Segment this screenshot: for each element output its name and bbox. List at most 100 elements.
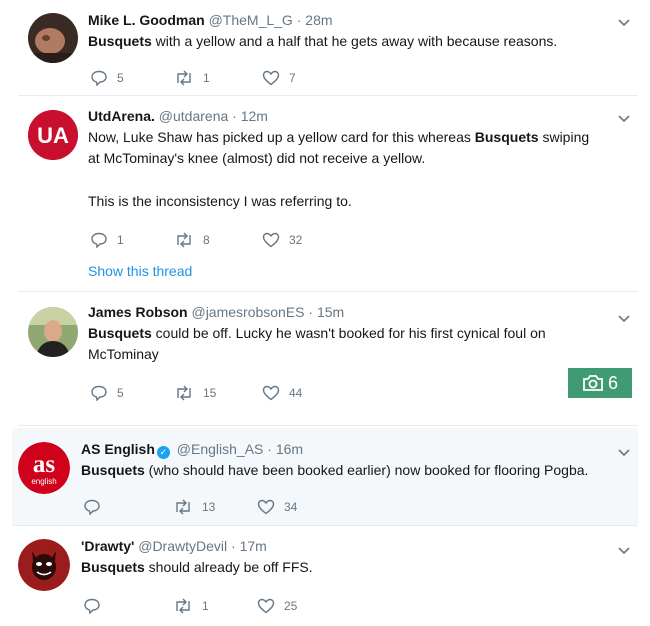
user-handle[interactable]: @DrawtyDevil bbox=[138, 538, 227, 554]
as-english-logo: as english bbox=[18, 442, 70, 494]
text-bold[interactable]: Busquets bbox=[88, 33, 152, 49]
tweet-header: Mike L. Goodman @TheM_L_G · 28m bbox=[88, 10, 598, 30]
like-count: 34 bbox=[284, 500, 298, 514]
retweet-icon bbox=[177, 232, 191, 248]
user-handle[interactable]: @TheM_L_G bbox=[209, 12, 293, 28]
avatar[interactable] bbox=[28, 307, 78, 357]
tweet-feed: Mike L. Goodman @TheM_L_G · 28m Busquets… bbox=[0, 0, 650, 626]
tweet-header: 'Drawty' @DrawtyDevil · 17m bbox=[81, 536, 598, 556]
tweet-5[interactable]: 'Drawty' @DrawtyDevil · 17m Busquets sho… bbox=[18, 526, 638, 626]
retweet-button[interactable]: 13 bbox=[173, 497, 215, 517]
tweet-header: UtdArena. @utdarena · 12m bbox=[88, 106, 598, 126]
retweet-button[interactable]: 1 bbox=[174, 68, 210, 88]
text-body: should already be off FFS. bbox=[144, 559, 313, 575]
reply-button[interactable]: 5 bbox=[90, 383, 124, 403]
retweet-icon bbox=[177, 385, 191, 401]
like-button[interactable]: 25 bbox=[257, 596, 297, 616]
like-count: 25 bbox=[284, 599, 298, 613]
tweet-text: Now, Luke Shaw has picked up a yellow ca… bbox=[88, 127, 598, 169]
text-bold[interactable]: Busquets bbox=[81, 462, 145, 478]
user-handle[interactable]: @English_AS bbox=[177, 441, 264, 457]
retweet-button[interactable]: 1 bbox=[173, 596, 209, 616]
photo-count-badge[interactable]: 6 bbox=[568, 368, 632, 398]
reply-button[interactable] bbox=[83, 596, 101, 616]
display-name[interactable]: Mike L. Goodman bbox=[88, 12, 205, 28]
reply-icon bbox=[91, 232, 107, 248]
tweet-text-2: This is the inconsistency I was referrin… bbox=[88, 193, 352, 209]
svg-text:UA: UA bbox=[37, 123, 69, 148]
devil-avatar bbox=[18, 539, 70, 591]
avatar-photo bbox=[28, 13, 78, 63]
tweet-actions: 5 1 7 bbox=[88, 68, 608, 88]
like-button[interactable]: 7 bbox=[262, 68, 296, 88]
reply-button[interactable]: 1 bbox=[90, 230, 124, 250]
display-name[interactable]: 'Drawty' bbox=[81, 538, 134, 554]
avatar[interactable]: UA bbox=[28, 110, 78, 160]
display-name[interactable]: UtdArena. bbox=[88, 108, 155, 124]
tweet-actions: 1 25 bbox=[81, 596, 501, 616]
timestamp[interactable]: 15m bbox=[317, 304, 344, 320]
text-body: with a yellow and a half that he gets aw… bbox=[151, 33, 558, 49]
retweet-icon bbox=[176, 598, 190, 614]
retweet-icon bbox=[176, 499, 190, 515]
svg-text:as: as bbox=[33, 451, 56, 478]
tweet-header: AS English ✓ @English_AS · 16m bbox=[81, 439, 598, 459]
chevron-down-icon[interactable] bbox=[616, 444, 632, 460]
retweet-button[interactable]: 15 bbox=[174, 383, 216, 403]
reply-button[interactable] bbox=[83, 497, 101, 517]
reply-icon bbox=[91, 385, 107, 401]
text-bold[interactable]: Busquets bbox=[81, 559, 145, 575]
timestamp[interactable]: 12m bbox=[241, 108, 268, 124]
reply-icon bbox=[84, 499, 100, 515]
chevron-down-icon[interactable] bbox=[616, 110, 632, 126]
text-body: Now, Luke Shaw has picked up a yellow ca… bbox=[88, 129, 475, 145]
retweet-icon bbox=[177, 70, 191, 86]
chevron-down-icon[interactable] bbox=[616, 14, 632, 30]
timestamp[interactable]: 17m bbox=[240, 538, 267, 554]
like-button[interactable]: 32 bbox=[262, 230, 302, 250]
tweet-actions: 13 34 bbox=[81, 497, 501, 517]
tweet-1[interactable]: Mike L. Goodman @TheM_L_G · 28m Busquets… bbox=[18, 0, 638, 96]
heart-icon bbox=[262, 385, 280, 401]
chevron-down-icon[interactable] bbox=[616, 542, 632, 558]
tweet-4[interactable]: as english AS English ✓ @English_AS · 16m… bbox=[12, 428, 638, 526]
verified-badge-icon: ✓ bbox=[156, 446, 170, 459]
retweet-button[interactable]: 8 bbox=[174, 230, 210, 250]
tweet-text: Busquets could be off. Lucky he wasn't b… bbox=[88, 323, 598, 365]
retweet-count: 1 bbox=[202, 599, 209, 613]
timestamp[interactable]: 16m bbox=[276, 441, 303, 457]
avatar[interactable]: as english bbox=[18, 442, 70, 494]
display-name[interactable]: James Robson bbox=[88, 304, 188, 320]
svg-text:english: english bbox=[31, 477, 56, 486]
separator-dot: · bbox=[232, 108, 237, 124]
heart-icon bbox=[257, 499, 275, 515]
display-name[interactable]: AS English bbox=[81, 441, 155, 457]
text-bold[interactable]: Busquets bbox=[88, 325, 152, 341]
reply-icon bbox=[84, 598, 100, 614]
avatar[interactable] bbox=[28, 13, 78, 63]
text-bold[interactable]: Busquets bbox=[475, 129, 539, 145]
heart-icon bbox=[257, 598, 275, 614]
tweet-2[interactable]: UA UtdArena. @utdarena · 12m Now, Luke S… bbox=[18, 96, 638, 292]
camera-icon bbox=[583, 375, 603, 391]
chevron-down-icon[interactable] bbox=[616, 310, 632, 326]
reply-count: 5 bbox=[117, 386, 124, 400]
avatar-photo bbox=[28, 307, 78, 357]
retweet-count: 8 bbox=[203, 233, 210, 247]
text-body: (who should have been booked earlier) no… bbox=[144, 462, 589, 478]
utdarena-logo: UA bbox=[28, 110, 78, 160]
reply-count: 5 bbox=[117, 71, 124, 85]
text-body: could be off. Lucky he wasn't booked for… bbox=[88, 325, 546, 362]
reply-button[interactable]: 5 bbox=[90, 68, 124, 88]
separator-dot: · bbox=[231, 538, 236, 554]
tweet-3[interactable]: James Robson @jamesrobsonES · 15m Busque… bbox=[18, 292, 638, 426]
user-handle[interactable]: @jamesrobsonES bbox=[191, 304, 304, 320]
like-count: 7 bbox=[289, 71, 296, 85]
show-thread-link[interactable]: Show this thread bbox=[88, 263, 192, 279]
like-button[interactable]: 34 bbox=[257, 497, 297, 517]
user-handle[interactable]: @utdarena bbox=[159, 108, 228, 124]
timestamp[interactable]: 28m bbox=[305, 12, 332, 28]
separator-dot: · bbox=[296, 12, 302, 28]
like-button[interactable]: 44 bbox=[262, 383, 302, 403]
avatar[interactable] bbox=[18, 539, 70, 591]
